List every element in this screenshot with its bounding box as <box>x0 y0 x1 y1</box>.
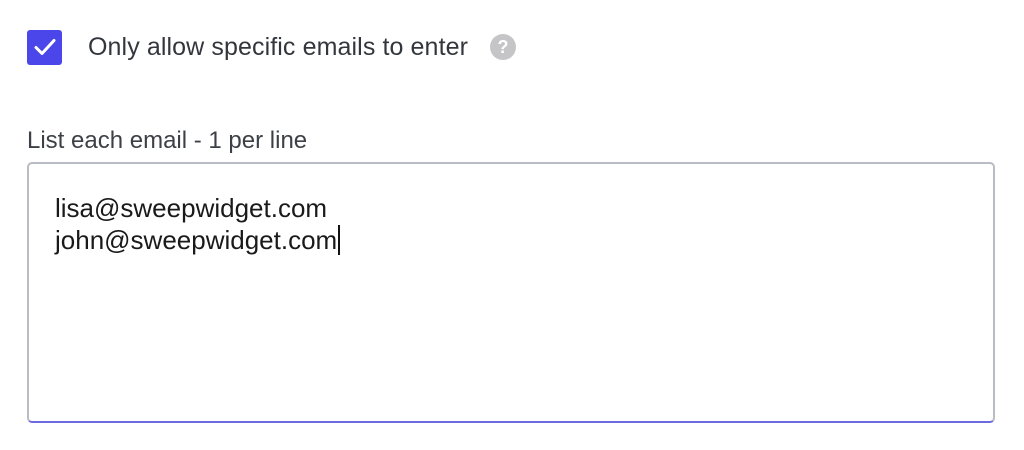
email-line-text: john@sweepwidget.com <box>55 225 338 255</box>
email-line: john@sweepwidget.com <box>55 224 993 256</box>
checkmark-icon <box>34 39 55 55</box>
restrict-emails-checkbox[interactable] <box>27 29 62 65</box>
emails-textarea[interactable]: lisa@sweepwidget.com john@sweepwidget.co… <box>27 162 995 423</box>
email-line-text: lisa@sweepwidget.com <box>55 193 328 223</box>
email-line: lisa@sweepwidget.com <box>55 192 993 224</box>
email-restriction-settings: Only allow specific emails to enter ? Li… <box>0 0 1024 450</box>
restrict-emails-row: Only allow specific emails to enter ? <box>27 29 517 65</box>
restrict-emails-label[interactable]: Only allow specific emails to enter <box>88 33 468 62</box>
emails-field-label: List each email - 1 per line <box>27 127 308 154</box>
question-circle-icon[interactable]: ? <box>490 34 517 60</box>
text-cursor <box>338 225 341 255</box>
